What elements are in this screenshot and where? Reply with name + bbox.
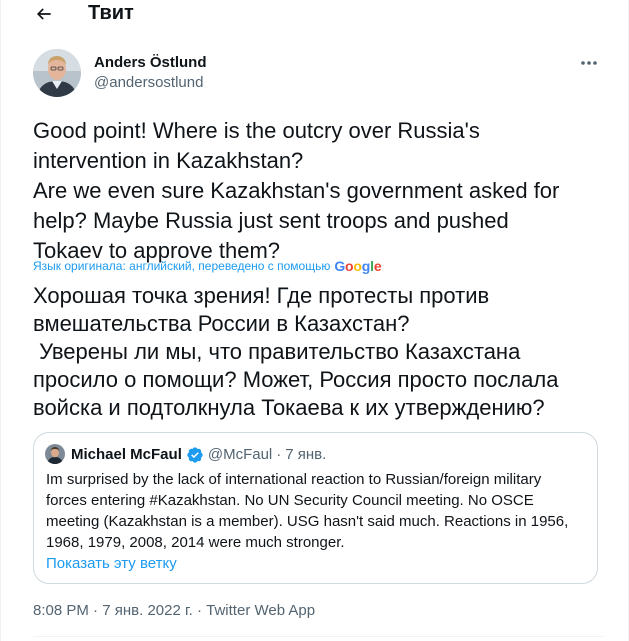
quoted-tweet-card[interactable]: Michael McFaul @McFaul · 7 янв. Im surpr…	[33, 432, 598, 584]
tweet-date[interactable]: 7 янв. 2022 г.	[102, 602, 193, 619]
google-logo-letter: o	[353, 258, 362, 274]
author-photo	[33, 49, 81, 97]
quoted-separator: ·	[276, 446, 282, 463]
quoted-date: 7 янв.	[285, 446, 327, 463]
back-button[interactable]	[29, 0, 59, 28]
page-header: Твит	[1, 0, 628, 30]
arrow-left-icon	[36, 8, 51, 20]
divider	[33, 636, 603, 637]
google-logo: Google	[334, 258, 381, 274]
author-name[interactable]: Anders Östlund	[94, 54, 207, 72]
author-handle[interactable]: @andersostlund	[94, 74, 203, 92]
quoted-header: Michael McFaul @McFaul · 7 янв.	[71, 446, 326, 464]
tweet-time[interactable]: 8:08 PM	[33, 602, 89, 619]
meta-separator-1: ·	[93, 602, 99, 619]
google-logo-letter: e	[373, 258, 382, 274]
more-horizontal-icon	[581, 61, 597, 65]
quoted-author-handle: @McFaul	[207, 446, 273, 463]
translation-note: Язык оригинала: английский, переведено с…	[33, 259, 331, 273]
quoted-text: Im surprised by the lack of internationa…	[46, 471, 569, 551]
quoted-avatar	[45, 444, 65, 464]
show-thread-link[interactable]: Показать эту ветку	[46, 555, 177, 573]
tweet-source[interactable]: Twitter Web App	[206, 602, 315, 619]
google-logo-letter: G	[334, 258, 346, 274]
quoted-author-name: Michael McFaul	[71, 446, 182, 463]
page-title: Твит	[88, 2, 134, 24]
avatar[interactable]	[33, 49, 81, 97]
tweet-detail-page: Твит Anders Östlund @andersostlund Good …	[0, 0, 629, 641]
tweet-meta: 8:08 PM · 7 янв. 2022 г. · Twitter Web A…	[33, 602, 315, 620]
verified-badge-icon	[186, 446, 204, 464]
google-logo-letter: g	[361, 258, 371, 274]
tweet-text: Good point! Where is the outcry over Rus…	[33, 118, 560, 263]
quoted-author-photo	[45, 444, 65, 464]
meta-separator-2: ·	[196, 602, 202, 619]
translated-text: Хорошая точка зрения! Где протесты проти…	[33, 283, 559, 420]
more-options-button[interactable]	[577, 55, 601, 71]
translation-attribution[interactable]: Язык оригинала: английский, переведено с…	[33, 258, 382, 274]
